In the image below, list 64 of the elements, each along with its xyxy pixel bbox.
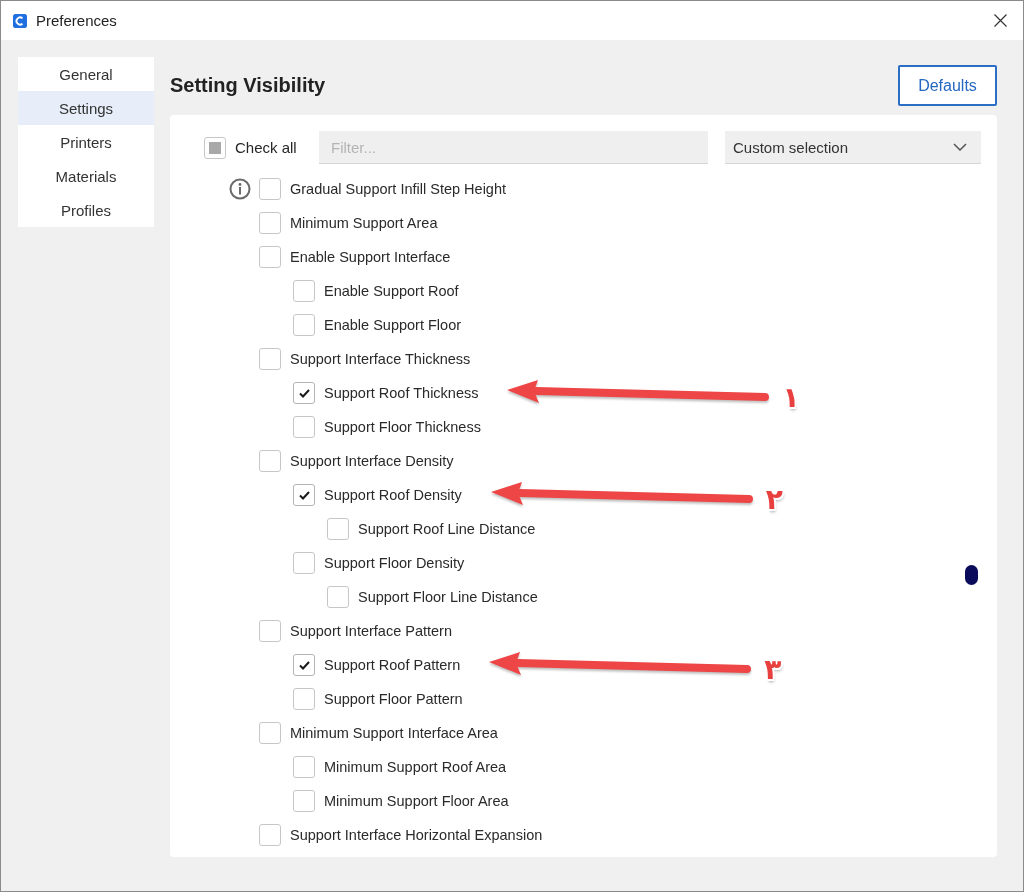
sidebar-item[interactable]: Materials bbox=[18, 159, 154, 193]
checkbox[interactable] bbox=[259, 450, 281, 472]
setting-label: Support Roof Density bbox=[324, 487, 462, 503]
checkbox[interactable] bbox=[259, 246, 281, 268]
checkbox[interactable] bbox=[259, 178, 281, 200]
annotation-number: ۲ bbox=[765, 486, 783, 514]
setting-label: Support Roof Thickness bbox=[324, 385, 479, 401]
setting-label: Support Interface Density bbox=[290, 453, 454, 469]
setting-label: Minimum Support Roof Area bbox=[324, 759, 507, 775]
setting-label: Minimum Support Interface Area bbox=[290, 725, 498, 741]
checkbox[interactable] bbox=[259, 212, 281, 234]
checkmark-icon bbox=[298, 490, 310, 500]
setting-label: Support Floor Density bbox=[324, 555, 465, 571]
checkbox[interactable] bbox=[293, 280, 315, 302]
checkbox[interactable] bbox=[259, 722, 281, 744]
checkbox[interactable] bbox=[327, 518, 349, 540]
chevron-down-icon bbox=[953, 143, 967, 151]
setting-label: Support Roof Pattern bbox=[324, 657, 461, 673]
setting-label: Enable Support Floor bbox=[324, 317, 462, 333]
filter-field[interactable]: Filter... bbox=[319, 131, 708, 164]
checkbox[interactable] bbox=[259, 824, 281, 846]
checkbox[interactable] bbox=[204, 136, 226, 159]
setting-label: Support Roof Line Distance bbox=[358, 521, 536, 537]
sidebar-item[interactable]: Printers bbox=[18, 125, 154, 159]
checkbox[interactable] bbox=[293, 552, 315, 574]
setting-label: Support Floor Pattern bbox=[324, 691, 463, 707]
checkbox[interactable] bbox=[293, 654, 315, 676]
annotation-number: ۱ bbox=[782, 384, 800, 412]
checkbox[interactable] bbox=[293, 314, 315, 336]
checkbox[interactable] bbox=[259, 348, 281, 370]
preset-dropdown[interactable]: Custom selection bbox=[725, 131, 981, 164]
close-icon[interactable] bbox=[994, 14, 1007, 27]
checkbox[interactable] bbox=[293, 756, 315, 778]
scrollbar-thumb[interactable] bbox=[965, 565, 978, 585]
setting-label: Gradual Support Infill Step Height bbox=[290, 181, 506, 197]
checkbox[interactable] bbox=[327, 586, 349, 608]
setting-label: Support Interface Thickness bbox=[290, 351, 471, 367]
checkmark-icon bbox=[298, 388, 310, 398]
defaults-button[interactable]: Defaults bbox=[898, 65, 997, 106]
check-all-label: Check all bbox=[235, 139, 297, 156]
square-icon bbox=[209, 141, 221, 154]
info-icon[interactable] bbox=[229, 178, 251, 200]
checkbox[interactable] bbox=[293, 416, 315, 438]
app-icon bbox=[13, 13, 27, 28]
checkmark-icon bbox=[298, 660, 310, 670]
checkbox[interactable] bbox=[293, 382, 315, 404]
checkbox[interactable] bbox=[293, 790, 315, 812]
checkbox[interactable] bbox=[259, 620, 281, 642]
page-title: Setting Visibility bbox=[170, 74, 326, 97]
setting-label: Enable Support Roof bbox=[324, 283, 459, 299]
setting-label: Support Interface Pattern bbox=[290, 623, 452, 639]
checkbox[interactable] bbox=[293, 688, 315, 710]
setting-label: Minimum Support Area bbox=[290, 215, 438, 231]
window-title: Preferences bbox=[36, 12, 117, 29]
sidebar-item[interactable]: General bbox=[18, 57, 154, 91]
setting-label: Support Interface Horizontal Expansion bbox=[290, 827, 543, 843]
sidebar-item[interactable]: Settings bbox=[18, 91, 154, 125]
checkbox[interactable] bbox=[293, 484, 315, 506]
setting-label: Support Floor Line Distance bbox=[358, 589, 538, 605]
sidebar-item[interactable]: Profiles bbox=[18, 193, 154, 227]
setting-label: Enable Support Interface bbox=[290, 249, 451, 265]
annotation-number: ۳ bbox=[764, 656, 782, 684]
setting-label: Support Floor Thickness bbox=[324, 419, 481, 435]
setting-label: Minimum Support Floor Area bbox=[324, 793, 509, 809]
